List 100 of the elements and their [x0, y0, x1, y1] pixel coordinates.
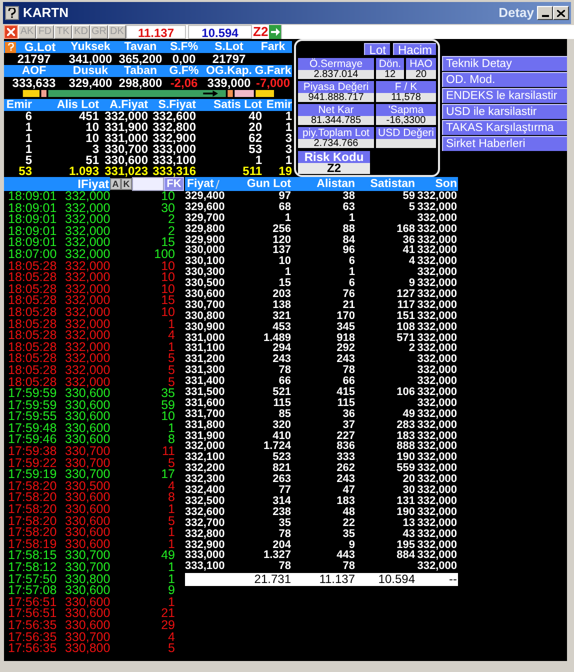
table-cell-text: 1.327	[262, 550, 291, 562]
table-cell-text: 36	[402, 234, 415, 246]
table-cell-text: 332,000	[416, 289, 457, 300]
price-cell-text: 330,700	[65, 458, 112, 470]
lot-cell-text: 8	[168, 434, 175, 446]
lot-cell-text: 15	[160, 295, 175, 307]
field-label: piy.Toplam Lot	[298, 127, 374, 139]
column-header: S.Fiyat	[157, 99, 196, 111]
table-cell-text: 410	[272, 430, 291, 442]
sort-button[interactable]: A	[110, 178, 121, 190]
table-cell-text: 66	[342, 376, 355, 388]
toggle-button[interactable]: Hacim	[392, 43, 436, 55]
table-cell-text: 332,000	[416, 441, 457, 452]
table-cell-text: 15	[278, 278, 291, 290]
lot-cell-text: 21	[160, 608, 175, 620]
table-cell-text: 332,000	[416, 354, 457, 366]
column-header: IFiyat	[4, 177, 110, 191]
lot-cell-text: 17	[160, 469, 175, 481]
lot-cell-text: 8	[167, 492, 175, 504]
value-cell-text: 298,800	[118, 77, 164, 89]
menu-item[interactable]: ENDEKS le karsilastir	[442, 88, 567, 103]
field-label: Net Kar	[298, 104, 374, 116]
menu-item[interactable]: USD ile karsilastir	[442, 104, 567, 119]
column-header: Emir	[265, 99, 292, 111]
field-label: Ö.Sermaye	[298, 58, 374, 70]
minimize-icon	[542, 15, 548, 17]
column-header: A.Fiyat	[108, 99, 148, 111]
price-cell-text: 332,000	[65, 202, 112, 214]
column-header: Taban	[122, 65, 158, 77]
column-header: Emir	[5, 99, 32, 111]
table-cell-text: 78	[278, 365, 291, 376]
lot-cell-text: 4	[167, 480, 175, 492]
time-cell-text: 17:59:22	[8, 458, 58, 470]
table-cell-text: 292	[336, 343, 355, 354]
lot-cell-text: 1	[168, 538, 175, 550]
column-header[interactable]: Satistan	[355, 177, 415, 191]
table-cell-text: 203	[272, 289, 291, 300]
time-cell-text: 18:09:01	[8, 191, 58, 203]
time-cell-text: 17:59:38	[8, 446, 58, 458]
column-header: Tavan	[123, 41, 158, 53]
field-value	[376, 139, 436, 148]
sort-button[interactable]: K	[121, 178, 132, 190]
value-cell-text: 341,000	[68, 53, 114, 65]
lot-cell-text: 5	[167, 364, 175, 376]
table-cell-text: 333,000	[185, 550, 226, 562]
table-cell-text: 332,200	[185, 463, 226, 474]
sort-icon	[214, 180, 220, 188]
lot-cell-text: 1	[167, 527, 175, 539]
price-cell-text: 332,000	[65, 260, 112, 272]
table-cell-text: 330,700	[104, 144, 148, 155]
table-cell-text: 36	[342, 408, 355, 420]
table-cell-text: 332,000	[416, 310, 457, 322]
table-cell-text: 331,600	[185, 398, 226, 409]
close-card-button[interactable]	[4, 25, 18, 39]
column-header: S.Lot	[214, 41, 244, 53]
table-cell-text: 96	[342, 245, 355, 256]
menu-item[interactable]: Teknik Detay	[442, 56, 567, 71]
column-header[interactable]: Fiyat	[187, 177, 214, 191]
close-button[interactable]	[553, 6, 569, 20]
toggle-button[interactable]: Lot	[364, 43, 390, 55]
help-button[interactable]	[5, 6, 19, 20]
menu-item[interactable]: TAKAS Karşılaştırma	[442, 120, 567, 135]
lot-cell-text: 4	[167, 330, 175, 342]
filter-button[interactable]: FK	[164, 177, 184, 191]
time-cell-text: 18:09:01	[8, 202, 58, 214]
table-cell-text: 332,000	[416, 561, 457, 572]
table-cell-text: 331,800	[185, 420, 226, 431]
table-cell-text: 1	[284, 212, 291, 224]
lot-cell-text: 1	[167, 574, 175, 586]
help-icon[interactable]	[5, 42, 16, 52]
price-cell-text: 330,600	[65, 434, 112, 446]
table-cell-text: 227	[336, 430, 355, 442]
column-header[interactable]: Son	[415, 177, 457, 191]
menu-item[interactable]: Sirket Haberleri	[442, 136, 567, 151]
table-cell-text: 332,000	[416, 202, 457, 213]
price-cell-text: 332,000	[65, 295, 112, 307]
price-cell-text: 330,600	[65, 585, 112, 597]
value-cell-text: 329,400	[68, 77, 114, 89]
table-cell-text: 97	[278, 191, 291, 202]
lot-cell-text: 5	[168, 458, 175, 470]
column-header[interactable]: Gun Lot	[231, 177, 291, 191]
table-cell-text: 5	[408, 202, 415, 213]
time-cell-text: 17:58:12	[8, 562, 58, 574]
field-value: 12	[376, 70, 404, 79]
table-cell-text: 332,000	[416, 212, 457, 224]
filter-field[interactable]	[132, 177, 164, 191]
go-button[interactable]	[269, 25, 282, 39]
table-cell-text: 329,700	[185, 212, 226, 224]
table-cell-text: 204	[272, 540, 291, 550]
minimize-button[interactable]	[537, 6, 553, 20]
price-cell-text: 330,500	[65, 480, 112, 492]
column-header[interactable]: Alistan	[291, 177, 355, 191]
table-cell-text: 190	[396, 506, 415, 518]
lot-cell-text: 10	[160, 260, 175, 272]
menu-item[interactable]: OD. Mod.	[442, 72, 567, 87]
table-cell-text: 183	[336, 496, 355, 507]
detail-title: Detay	[498, 4, 534, 22]
table-cell-text: 332,000	[104, 111, 148, 122]
table-cell-text: 332,000	[416, 267, 457, 278]
field-label: HAO	[406, 58, 436, 70]
